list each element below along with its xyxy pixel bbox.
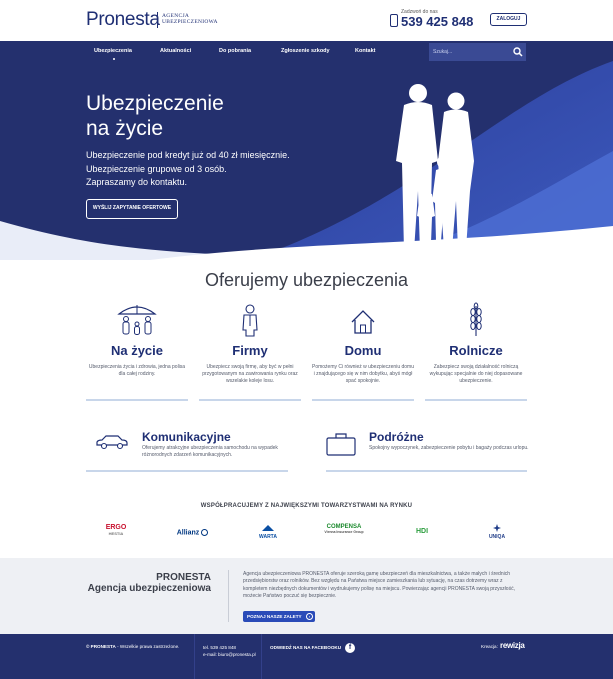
hero-title-line2: na życie: [86, 117, 164, 140]
partner-name: UNIQA: [488, 534, 506, 540]
footer-copyright: © PRONESTA - Wszelkie prawa zastrzeżone.: [86, 644, 179, 649]
warta-emblem-icon: [262, 525, 274, 531]
offer-wide-title: Komunikacyjne: [142, 430, 231, 444]
family-umbrella-icon: [117, 305, 157, 335]
car-icon: [96, 435, 128, 450]
house-icon: [351, 310, 375, 334]
offer-card-text: Zabezpiecz swoją działalność rolniczą wy…: [429, 364, 523, 384]
search-input[interactable]: [433, 48, 503, 56]
nav-item-kontakt[interactable]: Kontakt: [355, 48, 375, 54]
footer: © PRONESTA - Wszelkie prawa zastrzeżone.…: [0, 634, 613, 679]
card-underline: [199, 399, 301, 401]
hero-text-line2: Ubezpieczenie grupowe od 3 osób.: [86, 163, 227, 174]
footer-brand: © PRONESTA: [86, 644, 116, 649]
hero-title-line1: Ubezpieczenie: [86, 92, 224, 115]
nav-item-zgloszenie-szkody[interactable]: Zgłoszenie szkody: [281, 48, 330, 54]
request-offer-button[interactable]: WYŚLIJ ZAPYTANIE OFERTOWE: [86, 199, 178, 219]
card-underline: [425, 399, 527, 401]
nav-item-ubezpieczenia[interactable]: Ubezpieczenia: [94, 48, 132, 54]
offer-wide-title: Podróżne: [369, 430, 424, 444]
about-divider: [228, 570, 229, 622]
hero-text-line1: Ubezpieczenie pod kredyt już od 40 zł mi…: [86, 150, 290, 160]
offer-card-text: Ubezpieczenia życia i zdrowia, jedna pol…: [88, 364, 186, 377]
offer-wide-text: Oferujemy atrakcyjne ubezpieczenia samoc…: [142, 445, 278, 458]
about-button-label: POZNAJ NASZE ZALETY: [247, 614, 302, 619]
nav-item-aktualnosci[interactable]: Aktualności: [160, 48, 191, 54]
partner-name: WARTA: [259, 534, 277, 540]
nav-item-do-pobrania[interactable]: Do pobrania: [219, 48, 251, 54]
offer-card-title: Domu: [344, 343, 382, 358]
card-underline: [86, 470, 288, 472]
top-header: Pronesta AGENCJA UBEZPIECZENIOWA Zadzwoń…: [0, 0, 613, 41]
footer-divider: [194, 634, 195, 679]
allianz-eagle-icon: [201, 529, 209, 536]
arrow-right-icon: ›: [306, 613, 313, 620]
phone-number[interactable]: 539 425 848: [401, 14, 473, 29]
wheat-icon: [470, 302, 482, 336]
partner-logo-ergo-hestia[interactable]: ERGO HESTIA: [100, 524, 132, 536]
partner-name: Allianz: [176, 529, 200, 537]
offer-wide-text: Spokojny wypoczynek, zabezpieczenie poby…: [369, 445, 529, 451]
partner-logo-warta[interactable]: WARTA: [253, 524, 283, 540]
offer-card-text: Pomożemy Ci również w ubezpieczeniu domu…: [312, 364, 414, 384]
partners-title: WSPÓŁPRACUJEMY Z NAJWIĘKSZYMI TOWARZYSTW…: [200, 503, 413, 509]
login-button[interactable]: ZALOGUJ: [490, 13, 527, 26]
hero-title: Ubezpieczenie na życie: [86, 91, 286, 141]
partner-logo-allianz[interactable]: Allianz: [170, 529, 215, 536]
offers-title: Oferujemy ubezpieczenia: [204, 270, 409, 290]
offer-card-title: Na życie: [110, 343, 164, 358]
about-advantages-button[interactable]: POZNAJ NASZE ZALETY ›: [243, 611, 315, 622]
businessman-icon: [242, 304, 258, 337]
hero-text-line3: Zapraszamy do kontaktu.: [86, 177, 188, 187]
card-underline: [326, 470, 527, 472]
about-company-subtitle: Agencja ubezpieczeniowa: [87, 583, 211, 594]
partner-logo-hdi[interactable]: HDI: [408, 528, 436, 535]
logo-subtitle-line2: UBEZPIECZENIOWA: [162, 19, 218, 25]
footer-facebook-link[interactable]: ODWIEDŹ NAS NA FACEBOOKU: [270, 645, 341, 650]
main-nav: Ubezpieczenia Aktualności Do pobrania Zg…: [0, 41, 613, 63]
partner-sub: Vienna Insurance Group: [324, 530, 364, 534]
offer-wide-podrozne[interactable]: Podróżne Spokojny wypoczynek, zabezpiecz…: [326, 430, 529, 476]
logo[interactable]: Pronesta: [86, 9, 160, 31]
about-section: PRONESTA Agencja ubezpieczeniowa Agencja…: [0, 558, 613, 634]
search-box: [429, 43, 526, 61]
partner-logo-uniqa[interactable]: UNIQA: [482, 524, 512, 540]
hero-description: Ubezpieczenie pod kredyt już od 40 zł mi…: [86, 149, 346, 190]
phone-icon: [390, 14, 398, 27]
about-company-name: PRONESTA: [156, 572, 211, 583]
partner-sub: HESTIA: [108, 531, 124, 536]
footer-credit-logo[interactable]: rewizja: [500, 641, 525, 650]
hero-banner: Ubezpieczenia Aktualności Do pobrania Zg…: [0, 41, 613, 260]
footer-rights: - Wszelkie prawa zastrzeżone.: [115, 644, 180, 649]
footer-credit-label: Kreacja:: [481, 644, 498, 649]
card-underline: [86, 399, 188, 401]
footer-divider: [261, 634, 262, 679]
suitcase-icon: [326, 433, 356, 456]
card-underline: [312, 399, 414, 401]
footer-phone[interactable]: tel. 539 425 848: [203, 644, 256, 651]
offer-card-title: Rolnicze: [449, 343, 503, 358]
uniqa-emblem-icon: [493, 524, 501, 532]
offer-card-title: Firmy: [232, 343, 268, 358]
offer-card-text: Ubezpiecz swoją firmę, aby być w pełni p…: [202, 364, 298, 384]
partner-logo-compensa[interactable]: COMPENSA Vienna Insurance Group: [318, 524, 370, 534]
logo-subtitle: AGENCJA UBEZPIECZENIOWA: [162, 13, 218, 25]
facebook-icon[interactable]: f: [345, 643, 355, 653]
footer-contact: tel. 539 425 848 e-mail: biuro@pronesta.…: [203, 644, 256, 658]
logo-divider: [157, 12, 158, 28]
about-text: Agencja ubezpieczeniowa PRONESTA oferuje…: [243, 571, 515, 600]
search-icon[interactable]: [513, 47, 523, 57]
partner-name: HDI: [415, 528, 429, 535]
partner-name: ERGO: [105, 524, 127, 531]
offer-wide-komunikacyjne[interactable]: Komunikacyjne Oferujemy atrakcyjne ubezp…: [86, 430, 295, 476]
footer-email[interactable]: e-mail: biuro@pronesta.pl: [203, 651, 256, 658]
nav-active-indicator: [113, 58, 115, 60]
